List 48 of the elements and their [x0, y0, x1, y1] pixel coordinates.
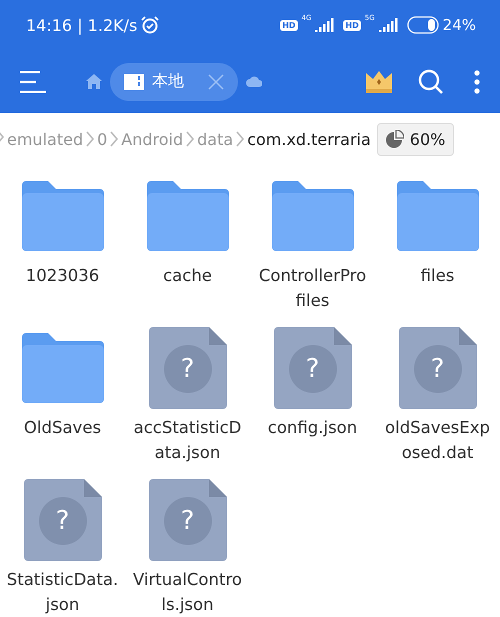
question-mark: ?: [180, 354, 196, 384]
storage-usage-badge[interactable]: 60%: [376, 122, 454, 156]
folder-icon: [272, 181, 354, 251]
unknown-file-icon: [274, 327, 352, 409]
hd-badge: HD: [343, 20, 361, 30]
status-time: 14:16 | 1.2K/s: [26, 16, 138, 34]
signal-icon: [378, 18, 399, 32]
alarm-icon: [141, 16, 160, 34]
folder-icon: [22, 181, 104, 251]
cloud-icon[interactable]: [246, 76, 262, 87]
folder-icon: [396, 181, 478, 251]
crown-icon[interactable]: [366, 70, 392, 92]
hd-badge: HD: [280, 20, 298, 30]
file-name[interactable]: config.json: [256, 415, 368, 440]
unknown-file-icon: [148, 327, 226, 409]
signal-icon: [315, 18, 336, 32]
file-name[interactable]: StatisticData.json: [6, 567, 118, 617]
unknown-file-icon: [24, 479, 102, 561]
search-icon[interactable]: [418, 68, 444, 94]
chevron-icon: [235, 130, 246, 148]
chevron-icon: [85, 130, 96, 148]
pie-chart-icon: [386, 130, 404, 148]
question-mark: ?: [430, 354, 446, 384]
file-name[interactable]: cache: [132, 263, 244, 288]
file-name[interactable]: 1023036: [6, 263, 118, 288]
folder-icon: [146, 181, 228, 251]
unknown-file-icon: [148, 479, 226, 561]
close-icon[interactable]: [208, 74, 224, 90]
file-name[interactable]: oldSavesExposed.dat: [382, 415, 494, 465]
more-icon[interactable]: [474, 70, 480, 94]
sd-card-icon: [124, 74, 144, 90]
question-mark: ?: [54, 506, 70, 536]
chevron-icon: [109, 130, 120, 148]
file-name[interactable]: accStatisticData.json: [132, 415, 244, 465]
file-name[interactable]: VirtualControls.json: [132, 567, 244, 617]
question-mark: ?: [180, 506, 196, 536]
question-mark: ?: [304, 354, 320, 384]
home-icon[interactable]: [86, 74, 102, 89]
file-name[interactable]: OldSaves: [6, 415, 118, 440]
battery-icon: [406, 16, 439, 34]
file-name[interactable]: ControllerProfiles: [256, 263, 368, 313]
breadcrumb-item[interactable]: com.xd.terraria: [247, 130, 371, 148]
unknown-file-icon: [398, 327, 476, 409]
menu-icon[interactable]: [20, 70, 46, 92]
chevron-icon: [185, 130, 196, 148]
folder-icon: [22, 333, 104, 403]
battery-level: 24%: [442, 16, 476, 34]
file-name[interactable]: files: [382, 263, 494, 288]
